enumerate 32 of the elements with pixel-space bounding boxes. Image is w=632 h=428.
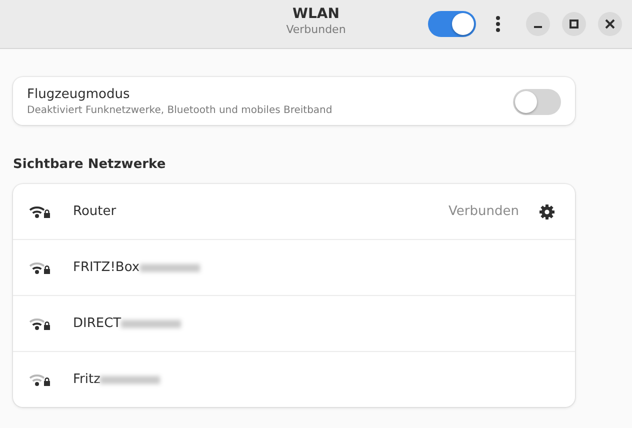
close-icon bbox=[605, 19, 615, 29]
window-subtitle: Verbunden bbox=[286, 23, 346, 36]
airplane-mode-description: Deaktiviert Funknetzwerke, Bluetooth und mobiles Breitband bbox=[27, 105, 334, 116]
network-row[interactable]: FRITZ!Box bbox=[13, 239, 575, 295]
maximize-icon bbox=[569, 19, 579, 29]
redaction-blur bbox=[140, 264, 200, 272]
network-row[interactable]: Fritz bbox=[13, 351, 575, 407]
redaction-blur bbox=[121, 320, 182, 328]
redaction-blur bbox=[100, 376, 160, 384]
minimize-icon bbox=[534, 26, 542, 28]
settings-icon bbox=[539, 204, 555, 220]
airplane-mode-switch[interactable] bbox=[513, 88, 561, 114]
settings-button[interactable] bbox=[539, 204, 555, 220]
wifi-lock-icon bbox=[29, 316, 51, 330]
wifi-lock-icon bbox=[29, 372, 51, 386]
network-name: FRITZ!Box bbox=[73, 260, 140, 275]
wifi-switch[interactable] bbox=[428, 11, 476, 37]
section-heading: Sichtbare Netzwerke bbox=[13, 157, 167, 172]
wifi-lock-icon bbox=[29, 260, 51, 274]
airplane-mode-title: Flugzeugmodus bbox=[27, 87, 131, 102]
network-name: Fritz bbox=[73, 372, 100, 387]
window-title: WLAN bbox=[292, 6, 340, 22]
network-row[interactable]: Router Verbunden bbox=[13, 184, 575, 239]
connection-status: Verbunden bbox=[448, 204, 519, 219]
wifi-lock-icon bbox=[29, 204, 51, 218]
close-button[interactable] bbox=[598, 12, 622, 36]
minimize-button[interactable] bbox=[526, 12, 550, 36]
network-row[interactable]: DIRECT bbox=[13, 295, 575, 351]
network-name: Router bbox=[73, 204, 116, 219]
network-name: DIRECT bbox=[73, 316, 122, 331]
maximize-button[interactable] bbox=[562, 12, 586, 36]
menu-icon bbox=[496, 16, 500, 32]
